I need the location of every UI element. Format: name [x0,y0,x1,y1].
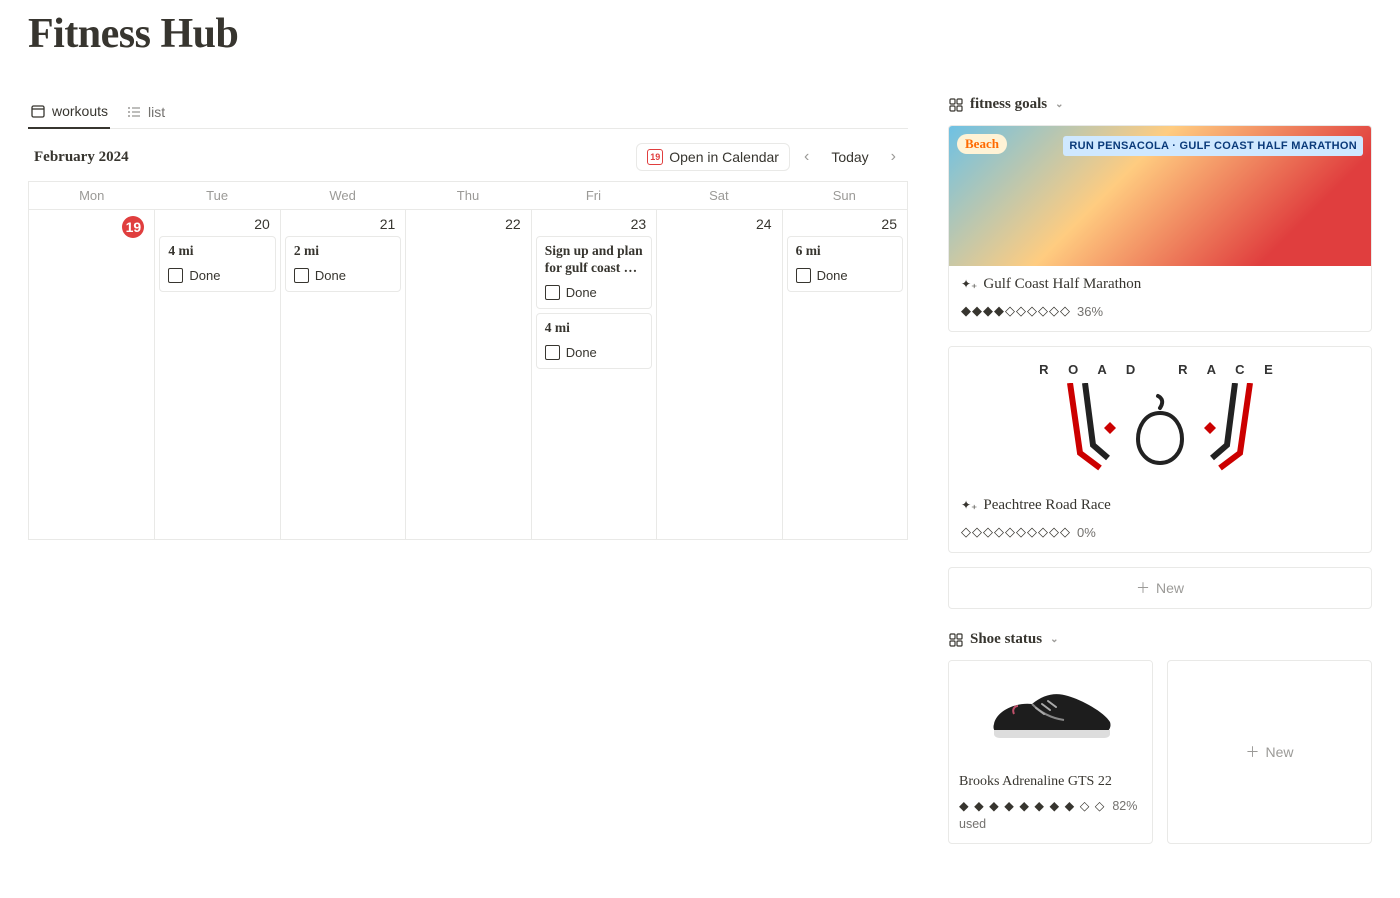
calendar-icon [30,103,46,119]
plus-icon: ＋ [1245,742,1259,762]
next-week-button[interactable]: › [885,144,902,170]
shoe-title-label: Brooks Adrenaline GTS 22 [959,774,1142,790]
event-done-row[interactable]: Done [545,345,643,360]
gallery-icon [948,632,964,648]
goal-progress: ◇◇◇◇◇◇◇◇◇◇ 0% [961,524,1359,540]
checkbox-icon[interactable] [545,345,560,360]
shoe-cover-image [949,661,1152,766]
event-done-row[interactable]: Done [168,268,266,283]
event-title: 4 mi [545,320,643,337]
new-label: New [1156,580,1184,596]
progress-diamonds: ◆ ◆ ◆ ◆ ◆ ◆ ◆ ◆ ◇ ◇ [959,799,1105,813]
goal-card[interactable]: R O A D R A C E ✦₊ Peachtree Road Race [948,346,1372,553]
goal-progress: ◆◆◆◆◇◇◇◇◇◇ 36% [961,303,1359,319]
shoe-card[interactable]: Brooks Adrenaline GTS 22 ◆ ◆ ◆ ◆ ◆ ◆ ◆ ◆… [948,660,1153,844]
goals-view-selector[interactable]: fitness goals ⌄ [948,96,1372,113]
day-number: 25 [787,214,903,236]
calendar-cell-mon[interactable]: 19 [29,209,154,539]
shoe-header-label: Shoe status [970,631,1042,648]
calendar-cell-sat[interactable]: 24 [656,209,781,539]
new-label: New [1265,744,1293,760]
done-label: Done [566,345,597,360]
progress-diamonds: ◆◆◆◆◇◇◇◇◇◇ [961,303,1071,319]
day-number: 22 [410,214,526,236]
day-number: 24 [661,214,777,236]
event-done-row[interactable]: Done [294,268,392,283]
shoe-progress: ◆ ◆ ◆ ◆ ◆ ◆ ◆ ◆ ◇ ◇ 82% used [959,798,1142,833]
chevron-down-icon: ⌄ [1050,634,1058,645]
dow-thu: Thu [405,182,530,209]
calendar-event[interactable]: 2 mi Done [285,236,401,292]
dow-mon: Mon [29,182,154,209]
dow-tue: Tue [154,182,279,209]
sparkle-icon: ✦₊ [961,498,977,513]
day-number: 20 [159,214,275,236]
day-number: 23 [536,214,652,236]
tab-list-label: list [148,104,165,120]
gallery-icon [948,97,964,113]
goal-cover-image [949,126,1371,266]
event-title: Sign up and plan for gulf coast … [545,243,643,277]
shoe-view-selector[interactable]: Shoe status ⌄ [948,631,1372,648]
calendar-event[interactable]: 4 mi Done [159,236,275,292]
progress-diamonds: ◇◇◇◇◇◇◇◇◇◇ [961,524,1071,540]
calendar-cell-fri[interactable]: 23 Sign up and plan for gulf coast … Don… [531,209,656,539]
view-tabs: workouts list [28,96,908,129]
event-title: 4 mi [168,243,266,260]
cover-text: R O A D R A C E [1039,362,1281,377]
calendar-event[interactable]: Sign up and plan for gulf coast … Done [536,236,652,309]
sparkle-icon: ✦₊ [961,277,977,292]
calendar-event[interactable]: 6 mi Done [787,236,903,292]
day-number: 21 [285,214,401,236]
event-title: 2 mi [294,243,392,260]
event-title: 6 mi [796,243,894,260]
plus-icon: ＋ [1136,578,1150,598]
tab-workouts-label: workouts [52,103,108,119]
done-label: Done [315,268,346,283]
calendar-month-label: February 2024 [34,149,129,166]
today-button[interactable]: Today [823,145,876,169]
dow-sun: Sun [782,182,907,209]
goal-title-label: Peachtree Road Race [983,497,1110,514]
checkbox-icon[interactable] [294,268,309,283]
day-number: 19 [33,214,150,242]
open-in-calendar-button[interactable]: 19 Open in Calendar [636,143,790,171]
chevron-down-icon: ⌄ [1055,99,1063,110]
calendar-grid: Mon Tue Wed Thu Fri Sat Sun 19 20 4 mi [28,181,908,540]
page-title: Fitness Hub [28,10,1372,58]
done-label: Done [817,268,848,283]
new-shoe-button[interactable]: ＋ New [1167,660,1372,844]
list-icon [126,104,142,120]
calendar-cell-thu[interactable]: 22 [405,209,530,539]
calendar-cell-sun[interactable]: 25 6 mi Done [782,209,907,539]
new-goal-button[interactable]: ＋ New [948,567,1372,609]
tab-workouts[interactable]: workouts [28,97,110,129]
tab-list[interactable]: list [124,97,167,129]
event-done-row[interactable]: Done [796,268,894,283]
calendar-cell-tue[interactable]: 20 4 mi Done [154,209,279,539]
checkbox-icon[interactable] [796,268,811,283]
calendar-event[interactable]: 4 mi Done [536,313,652,369]
event-done-row[interactable]: Done [545,285,643,300]
checkbox-icon[interactable] [168,268,183,283]
done-label: Done [566,285,597,300]
progress-percent: 36% [1077,304,1103,319]
goal-cover-image: R O A D R A C E [949,347,1371,487]
calendar-app-icon: 19 [647,149,663,165]
checkbox-icon[interactable] [545,285,560,300]
dow-wed: Wed [280,182,405,209]
goal-card[interactable]: ✦₊ Gulf Coast Half Marathon ◆◆◆◆◇◇◇◇◇◇ 3… [948,125,1372,332]
dow-sat: Sat [656,182,781,209]
goals-header-label: fitness goals [970,96,1047,113]
progress-percent: 0% [1077,525,1096,540]
open-in-calendar-label: Open in Calendar [669,149,779,165]
dow-fri: Fri [531,182,656,209]
calendar-cell-wed[interactable]: 21 2 mi Done [280,209,405,539]
done-label: Done [189,268,220,283]
goal-title-label: Gulf Coast Half Marathon [983,276,1141,293]
prev-week-button[interactable]: ‹ [798,144,815,170]
